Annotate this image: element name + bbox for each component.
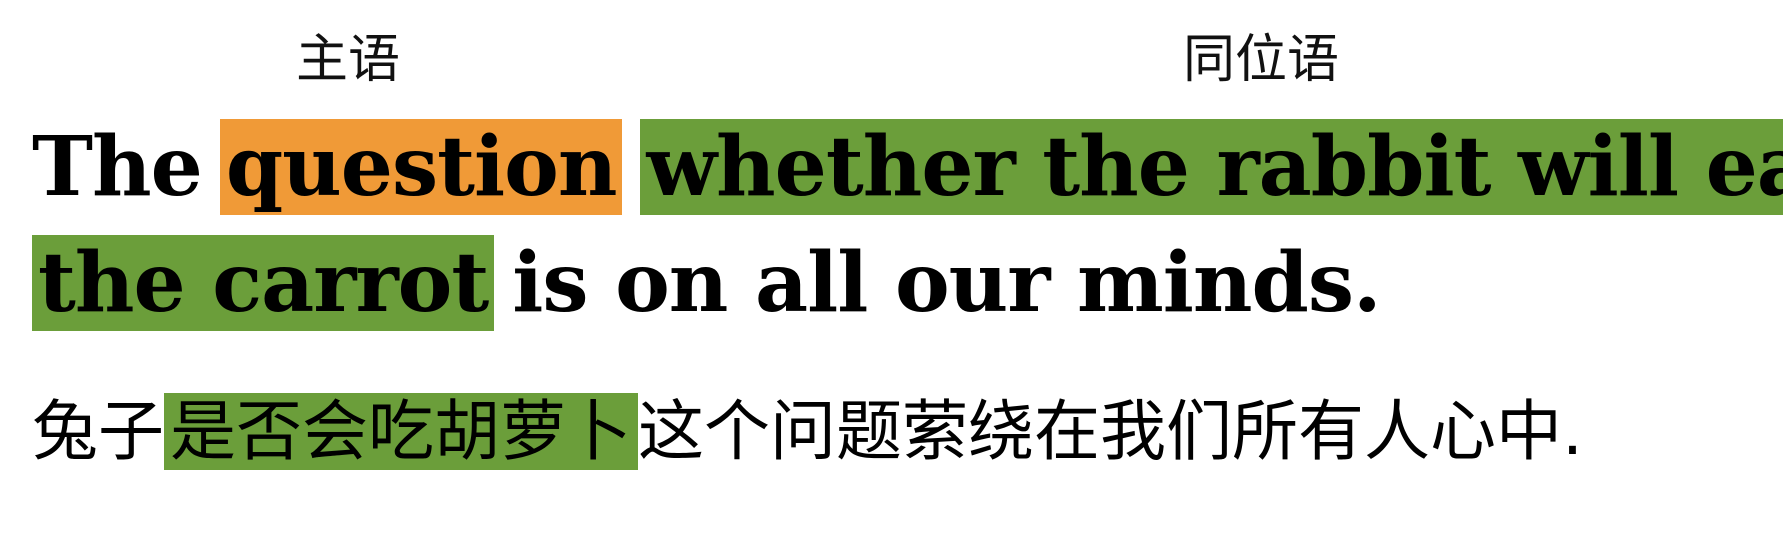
english-sentence-line-1: The question whether the rabbit will eat xyxy=(32,110,1783,224)
english-sentence-line-2: the carrot is on all our minds. xyxy=(32,226,1382,340)
chinese-subject: 兔子 xyxy=(32,393,164,470)
chinese-appositive-highlight: 是否会吃胡萝卜 xyxy=(164,393,638,470)
subject-label: 主语 xyxy=(296,30,401,90)
chinese-translation: 兔子是否会吃胡萝卜这个问题萦绕在我们所有人心中. xyxy=(32,378,1583,486)
subject-highlight: question xyxy=(219,119,623,215)
appositive-highlight-part-2: the carrot xyxy=(32,235,495,331)
predicate-text: is on all our minds. xyxy=(512,235,1381,331)
chinese-predicate: 这个问题萦绕在我们所有人心中. xyxy=(638,393,1583,470)
appositive-highlight-part-1: whether the rabbit will eat xyxy=(640,119,1783,215)
word-the: The xyxy=(32,119,203,215)
appositive-label: 同位语 xyxy=(1183,30,1340,90)
